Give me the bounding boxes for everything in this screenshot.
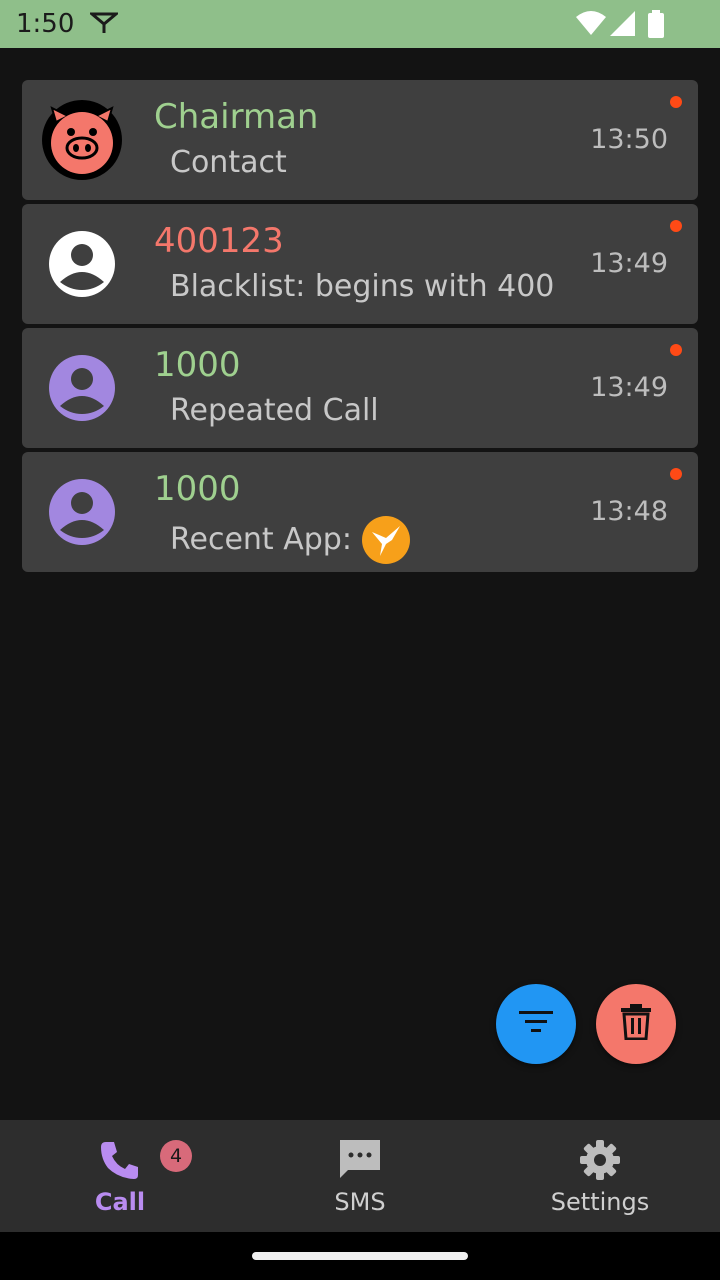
call-time: 13:50: [590, 124, 668, 155]
nav-tab-sms[interactable]: SMS: [240, 1120, 480, 1232]
call-reason: Blacklist: begins with 400: [170, 268, 554, 306]
person-avatar-white-icon: [42, 224, 122, 304]
caller-name: Chairman: [154, 97, 319, 137]
call-log-item[interactable]: Chairman Contact 13:50: [22, 80, 698, 200]
call-time: 13:49: [590, 372, 668, 403]
call-reason-text: Contact: [170, 145, 287, 180]
caller-number: 400123: [154, 221, 284, 261]
call-reason-text: Blacklist: begins with 400: [170, 269, 555, 304]
trash-icon: [619, 1004, 653, 1044]
call-time: 13:49: [590, 248, 668, 279]
call-log-item[interactable]: 1000 Recent App: 13:48: [22, 452, 698, 572]
caller-number: 1000: [154, 345, 241, 385]
filter-button[interactable]: [496, 984, 576, 1064]
gesture-navigation-bar: [0, 1232, 720, 1280]
call-reason-text: Recent App:: [170, 522, 352, 557]
bottom-navigation: 4 Call SMS Settings: [0, 1120, 720, 1232]
call-log-list: Chairman Contact 13:50 400123 Blacklist:…: [22, 80, 698, 576]
call-log-item[interactable]: 1000 Repeated Call 13:49: [22, 328, 698, 448]
nav-label-call: Call: [94, 1188, 146, 1216]
person-avatar-purple-icon: [42, 472, 122, 552]
nav-tab-call[interactable]: 4 Call: [0, 1120, 240, 1232]
home-gesture-handle[interactable]: [252, 1252, 468, 1260]
caller-number: 1000: [154, 469, 241, 509]
wifi-icon: [576, 11, 606, 41]
unread-dot: [670, 96, 682, 108]
sms-icon: [338, 1138, 382, 1186]
status-time: 1:50: [16, 9, 75, 39]
delete-all-button[interactable]: [596, 984, 676, 1064]
person-avatar-purple-icon: [42, 348, 122, 428]
call-reason: Repeated Call: [170, 392, 379, 430]
call-time: 13:48: [590, 496, 668, 527]
signal-icon: [610, 11, 636, 41]
call-reason: Recent App:: [170, 516, 410, 564]
filter-icon: [519, 1009, 553, 1039]
nav-tab-settings[interactable]: Settings: [480, 1120, 720, 1232]
call-log-item[interactable]: 400123 Blacklist: begins with 400 13:49: [22, 204, 698, 324]
status-bar: 1:50: [0, 0, 720, 48]
gear-icon: [578, 1138, 622, 1186]
hummingbird-app-icon: [361, 516, 410, 564]
call-count-badge: 4: [160, 1140, 192, 1172]
phone-icon: [98, 1138, 142, 1186]
battery-icon: [648, 10, 664, 42]
unread-dot: [670, 468, 682, 480]
nav-label-settings: Settings: [550, 1188, 650, 1216]
pig-avatar-icon: [42, 100, 122, 180]
call-reason-text: Repeated Call: [170, 393, 379, 428]
unread-dot: [670, 220, 682, 232]
cell-antenna-icon: [87, 12, 121, 38]
unread-dot: [670, 344, 682, 356]
call-reason: Contact: [170, 144, 287, 182]
nav-label-sms: SMS: [334, 1188, 386, 1216]
